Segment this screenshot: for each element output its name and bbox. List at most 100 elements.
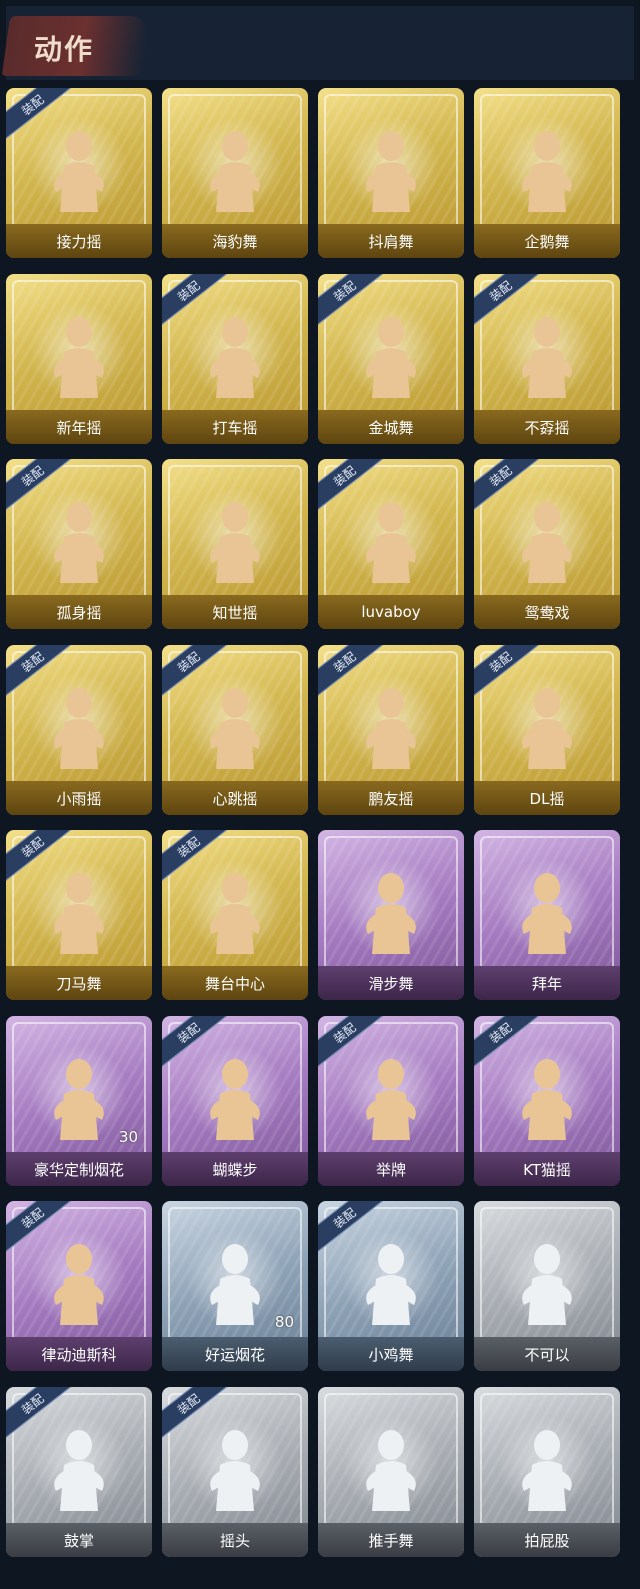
emote-card[interactable]: 装配 DL摇: [474, 645, 620, 815]
card-label-bar: 金城舞: [318, 410, 464, 444]
emote-card[interactable]: 装配 不孬摇: [474, 274, 620, 444]
emote-card[interactable]: 80 好运烟花: [162, 1201, 308, 1371]
emote-name: 律动迪斯科: [41, 1345, 117, 1364]
dancer-figure-icon: [210, 502, 260, 583]
emote-name: 推手舞: [368, 1531, 414, 1550]
emote-card[interactable]: 滑步舞: [318, 830, 464, 1000]
card-label-bar: 小雨摇: [6, 781, 152, 815]
dancer-figure-icon: [54, 873, 104, 954]
dancer-figure-icon: [54, 502, 104, 583]
card-label-bar: 企鹅舞: [474, 224, 620, 258]
emote-name: luvaboy: [361, 603, 421, 621]
emote-name: 拍屁股: [524, 1531, 570, 1550]
emote-card[interactable]: 装配 摇头: [162, 1387, 308, 1557]
item-count: 30: [118, 1128, 138, 1146]
dancer-figure-icon: [522, 1244, 572, 1325]
emote-card[interactable]: 推手舞: [318, 1387, 464, 1557]
card-label-bar: KT猫摇: [474, 1152, 620, 1186]
emote-card[interactable]: 装配 舞台中心: [162, 830, 308, 1000]
emote-card[interactable]: 装配 KT猫摇: [474, 1016, 620, 1186]
emote-name: 舞台中心: [204, 974, 265, 993]
emote-card[interactable]: 装配 孤身摇: [6, 459, 152, 629]
emote-card[interactable]: 装配 刀马舞: [6, 830, 152, 1000]
emote-card[interactable]: 装配 蝴蝶步: [162, 1016, 308, 1186]
emote-name: 蝴蝶步: [212, 1160, 258, 1179]
card-label-bar: 滑步舞: [318, 966, 464, 1000]
dancer-figure-icon: [54, 1244, 104, 1325]
emote-name: 刀马舞: [56, 974, 102, 993]
emote-card[interactable]: 装配 鸳鸯戏: [474, 459, 620, 629]
card-label-bar: 舞台中心: [162, 966, 308, 1000]
card-label-bar: 刀马舞: [6, 966, 152, 1000]
section-title: 动作: [34, 33, 95, 66]
dancer-figure-icon: [210, 131, 260, 212]
emote-grid: 装配 接力摇海豹舞 抖肩舞 企鹅舞新年摇 装配 打车摇 装配 金城舞 装配 不孬摇装配 孤身摇知世摇…: [6, 88, 634, 1588]
card-label-bar: 接力摇: [6, 224, 152, 258]
card-label-bar: 鸳鸯戏: [474, 595, 620, 629]
emote-name: 滑步舞: [368, 974, 414, 993]
card-label-bar: 拍屁股: [474, 1523, 620, 1557]
emote-card[interactable]: 拜年: [474, 830, 620, 1000]
card-label-bar: DL摇: [474, 781, 620, 815]
card-label-bar: 不孬摇: [474, 410, 620, 444]
card-label-bar: 律动迪斯科: [6, 1337, 152, 1371]
emote-card[interactable]: 海豹舞: [162, 88, 308, 258]
dancer-figure-icon: [210, 1430, 260, 1511]
emote-card[interactable]: 装配 小鸡舞: [318, 1201, 464, 1371]
emote-card[interactable]: 装配 鼓掌: [6, 1387, 152, 1557]
emote-name: 知世摇: [212, 603, 258, 622]
dancer-figure-icon: [210, 1244, 260, 1325]
dancer-figure-icon: [522, 1059, 572, 1140]
emote-name: 小鸡舞: [368, 1345, 414, 1364]
dancer-figure-icon: [210, 873, 260, 954]
emote-card[interactable]: 抖肩舞: [318, 88, 464, 258]
emote-card[interactable]: 装配 luvaboy: [318, 459, 464, 629]
dancer-figure-icon: [366, 873, 416, 954]
emote-name: 心跳摇: [212, 789, 258, 808]
emote-name: 不孬摇: [524, 418, 570, 437]
emote-card[interactable]: 不可以: [474, 1201, 620, 1371]
dancer-figure-icon: [366, 1430, 416, 1511]
emote-card[interactable]: 装配 鹏友摇: [318, 645, 464, 815]
emote-card[interactable]: 装配 金城舞: [318, 274, 464, 444]
emote-card[interactable]: 装配 打车摇: [162, 274, 308, 444]
emote-name: 不可以: [524, 1345, 570, 1364]
card-label-bar: 不可以: [474, 1337, 620, 1371]
emote-card[interactable]: 30 豪华定制烟花: [6, 1016, 152, 1186]
emote-card[interactable]: 知世摇: [162, 459, 308, 629]
card-label-bar: 推手舞: [318, 1523, 464, 1557]
emote-name: 举牌: [375, 1160, 406, 1179]
card-label-bar: 孤身摇: [6, 595, 152, 629]
dancer-figure-icon: [522, 502, 572, 583]
dancer-figure-icon: [54, 317, 104, 398]
dancer-figure-icon: [54, 1430, 104, 1511]
dancer-figure-icon: [210, 317, 260, 398]
dancer-figure-icon: [366, 131, 416, 212]
card-label-bar: 心跳摇: [162, 781, 308, 815]
card-label-bar: 新年摇: [6, 410, 152, 444]
emote-name: 新年摇: [56, 418, 102, 437]
card-label-bar: 海豹舞: [162, 224, 308, 258]
emote-name: 抖肩舞: [368, 232, 414, 251]
card-label-bar: 豪华定制烟花: [6, 1152, 152, 1186]
item-count: 80: [274, 1313, 294, 1331]
emote-card[interactable]: 新年摇: [6, 274, 152, 444]
emote-name: DL摇: [529, 789, 565, 808]
dancer-figure-icon: [522, 131, 572, 212]
emote-name: 金城舞: [368, 418, 414, 437]
emote-name: KT猫摇: [523, 1160, 571, 1179]
section-header: 动作: [1, 6, 634, 80]
dancer-figure-icon: [54, 688, 104, 769]
card-label-bar: 鼓掌: [6, 1523, 152, 1557]
card-label-bar: 蝴蝶步: [162, 1152, 308, 1186]
emote-card[interactable]: 拍屁股: [474, 1387, 620, 1557]
emote-card[interactable]: 装配 心跳摇: [162, 645, 308, 815]
emote-card[interactable]: 装配 律动迪斯科: [6, 1201, 152, 1371]
emote-card[interactable]: 装配 举牌: [318, 1016, 464, 1186]
emote-name: 海豹舞: [212, 232, 258, 251]
card-label-bar: 小鸡舞: [318, 1337, 464, 1371]
emote-card[interactable]: 装配 接力摇: [6, 88, 152, 258]
emote-card[interactable]: 企鹅舞: [474, 88, 620, 258]
emote-name: 鼓掌: [63, 1531, 94, 1550]
emote-card[interactable]: 装配 小雨摇: [6, 645, 152, 815]
